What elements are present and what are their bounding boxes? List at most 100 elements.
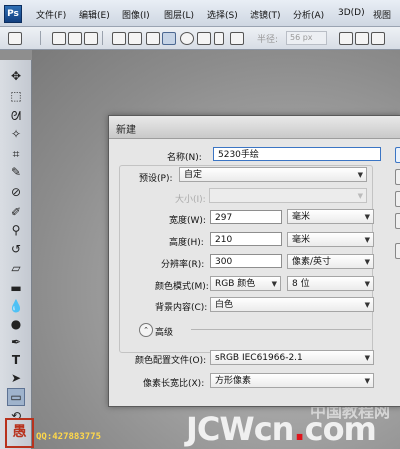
- rounded-rectangle-icon[interactable]: [162, 32, 176, 45]
- dialog-title: 新建: [116, 125, 136, 136]
- rounded-rectangle-tool-icon[interactable]: ▭: [7, 388, 25, 406]
- new-document-dialog: 新建 名称(N): 5230手绘 预设(P): 自定 ▼ 大小(I): ▼ 宽度(…: [108, 115, 400, 407]
- height-input[interactable]: 210: [210, 232, 282, 246]
- site-watermark-dot: .: [293, 410, 305, 448]
- chevron-down-icon: ▼: [364, 213, 370, 221]
- delete-preset-button[interactable]: [395, 213, 400, 229]
- fill-pixels-icon[interactable]: [84, 32, 98, 45]
- menu-analysis[interactable]: 分析(A): [293, 8, 324, 21]
- ok-button[interactable]: [395, 147, 400, 163]
- dialog-titlebar[interactable]: 新建: [109, 116, 400, 139]
- width-unit-select[interactable]: 毫米 ▼: [287, 209, 374, 224]
- rectangle-icon[interactable]: [146, 32, 160, 45]
- tools-panel: ✥ ⬚ ᘛ ✧ ⌗ ✎ ⊘ ✐ ⚲ ↺ ▱ ▬ 💧 ● ✒ T ➤ ▭ ⟲: [0, 60, 32, 449]
- chevron-down-icon: ▼: [271, 280, 277, 288]
- width-label: 宽度(W):: [169, 216, 206, 226]
- pixel-aspect-value: 方形像素: [215, 376, 252, 386]
- device-central-button[interactable]: [395, 243, 400, 259]
- color-profile-select[interactable]: sRGB IEC61966-2.1 ▼: [210, 350, 374, 365]
- history-brush-tool-icon[interactable]: ↺: [8, 241, 24, 257]
- path-shape-layer-icon[interactable]: [52, 32, 66, 45]
- seal-stamp: 愚: [5, 418, 34, 448]
- subtract-shape-icon[interactable]: [355, 32, 369, 45]
- menu-3d[interactable]: 3D(D): [338, 8, 365, 18]
- marquee-tool-icon[interactable]: ⬚: [8, 88, 24, 104]
- pixel-aspect-label: 像素长宽比(X):: [143, 379, 205, 389]
- lasso-tool-icon[interactable]: ᘛ: [8, 108, 24, 124]
- resolution-unit-value: 像素/英寸: [292, 257, 332, 267]
- options-bar: 半径: 56 px: [0, 27, 400, 50]
- eraser-tool-icon[interactable]: ▱: [8, 260, 24, 276]
- polygon-icon[interactable]: [197, 32, 211, 45]
- divider: [102, 31, 103, 45]
- menu-layer[interactable]: 图层(L): [164, 8, 194, 21]
- pixel-aspect-select[interactable]: 方形像素 ▼: [210, 373, 374, 388]
- healing-brush-tool-icon[interactable]: ⊘: [8, 184, 24, 200]
- ellipse-icon[interactable]: [180, 32, 194, 45]
- cancel-button[interactable]: [395, 169, 400, 185]
- menu-view[interactable]: 视图: [373, 8, 391, 21]
- preset-select[interactable]: 自定 ▼: [179, 167, 367, 182]
- color-mode-label: 颜色模式(M):: [155, 282, 209, 292]
- chevron-down-icon: ▼: [357, 171, 363, 179]
- chevron-down-icon: ▼: [364, 377, 370, 385]
- chevron-down-icon: ▼: [364, 354, 370, 362]
- eyedropper-tool-icon[interactable]: ✎: [8, 164, 24, 180]
- crop-tool-icon[interactable]: ⌗: [8, 146, 24, 162]
- divider: [40, 31, 41, 45]
- color-mode-select[interactable]: RGB 颜色 ▼: [210, 276, 281, 291]
- advanced-divider: [191, 329, 371, 330]
- color-profile-label: 颜色配置文件(O):: [135, 356, 207, 366]
- pen-icon[interactable]: [112, 32, 126, 45]
- height-unit-value: 毫米: [292, 235, 311, 245]
- save-preset-button[interactable]: [395, 191, 400, 207]
- advanced-toggle-button[interactable]: ⌃: [139, 323, 153, 337]
- intersect-shape-icon[interactable]: [371, 32, 385, 45]
- site-watermark-a: JCWcn: [186, 410, 294, 448]
- qq-watermark: QQ:427883775: [36, 432, 102, 442]
- background-value: 白色: [215, 300, 234, 310]
- background-select[interactable]: 白色 ▼: [210, 297, 374, 312]
- resolution-label: 分辨率(R):: [161, 260, 205, 270]
- height-unit-select[interactable]: 毫米 ▼: [287, 232, 374, 247]
- width-unit-value: 毫米: [292, 212, 311, 222]
- custom-shape-icon[interactable]: [230, 32, 244, 45]
- chevron-down-icon: ▼: [364, 258, 370, 266]
- pen-tool-icon[interactable]: ✒: [8, 334, 24, 350]
- width-input[interactable]: 297: [210, 210, 282, 224]
- resolution-input[interactable]: 300: [210, 254, 282, 268]
- name-input[interactable]: 5230手绘: [213, 147, 381, 161]
- magic-wand-tool-icon[interactable]: ✧: [8, 126, 24, 142]
- bit-depth-select[interactable]: 8 位 ▼: [287, 276, 374, 291]
- brush-tool-icon[interactable]: ✐: [8, 204, 24, 220]
- resolution-unit-select[interactable]: 像素/英寸 ▼: [287, 254, 374, 269]
- site-watermark-en: JCWcn.com: [186, 410, 377, 448]
- chevron-down-icon: ▼: [364, 301, 370, 309]
- tool-preset-icon[interactable]: [8, 32, 22, 45]
- size-label: 大小(I):: [175, 195, 206, 205]
- dodge-tool-icon[interactable]: ●: [8, 316, 24, 332]
- menu-select[interactable]: 选择(S): [207, 8, 238, 21]
- shape-area-icon[interactable]: [339, 32, 353, 45]
- photoshop-logo: Ps: [4, 5, 22, 23]
- preset-label: 预设(P):: [139, 174, 173, 184]
- radius-input[interactable]: 56 px: [286, 31, 327, 45]
- menu-edit[interactable]: 编辑(E): [79, 8, 110, 21]
- menu-image[interactable]: 图像(I): [122, 8, 150, 21]
- path-selection-tool-icon[interactable]: ➤: [8, 370, 24, 386]
- move-tool-icon[interactable]: ✥: [8, 68, 24, 84]
- gradient-tool-icon[interactable]: ▬: [8, 280, 24, 296]
- freeform-pen-icon[interactable]: [128, 32, 142, 45]
- height-label: 高度(H):: [169, 238, 204, 248]
- size-select[interactable]: ▼: [209, 188, 367, 203]
- line-icon[interactable]: [214, 32, 224, 45]
- paths-icon[interactable]: [68, 32, 82, 45]
- background-label: 背景内容(C):: [155, 303, 208, 313]
- menu-file[interactable]: 文件(F): [36, 8, 66, 21]
- type-tool-icon[interactable]: T: [8, 352, 24, 368]
- clone-stamp-tool-icon[interactable]: ⚲: [8, 222, 24, 238]
- advanced-label: 高级: [155, 328, 174, 338]
- menu-filter[interactable]: 滤镜(T): [250, 8, 281, 21]
- blur-tool-icon[interactable]: 💧: [8, 298, 24, 314]
- chevron-down-icon: ▼: [357, 192, 363, 200]
